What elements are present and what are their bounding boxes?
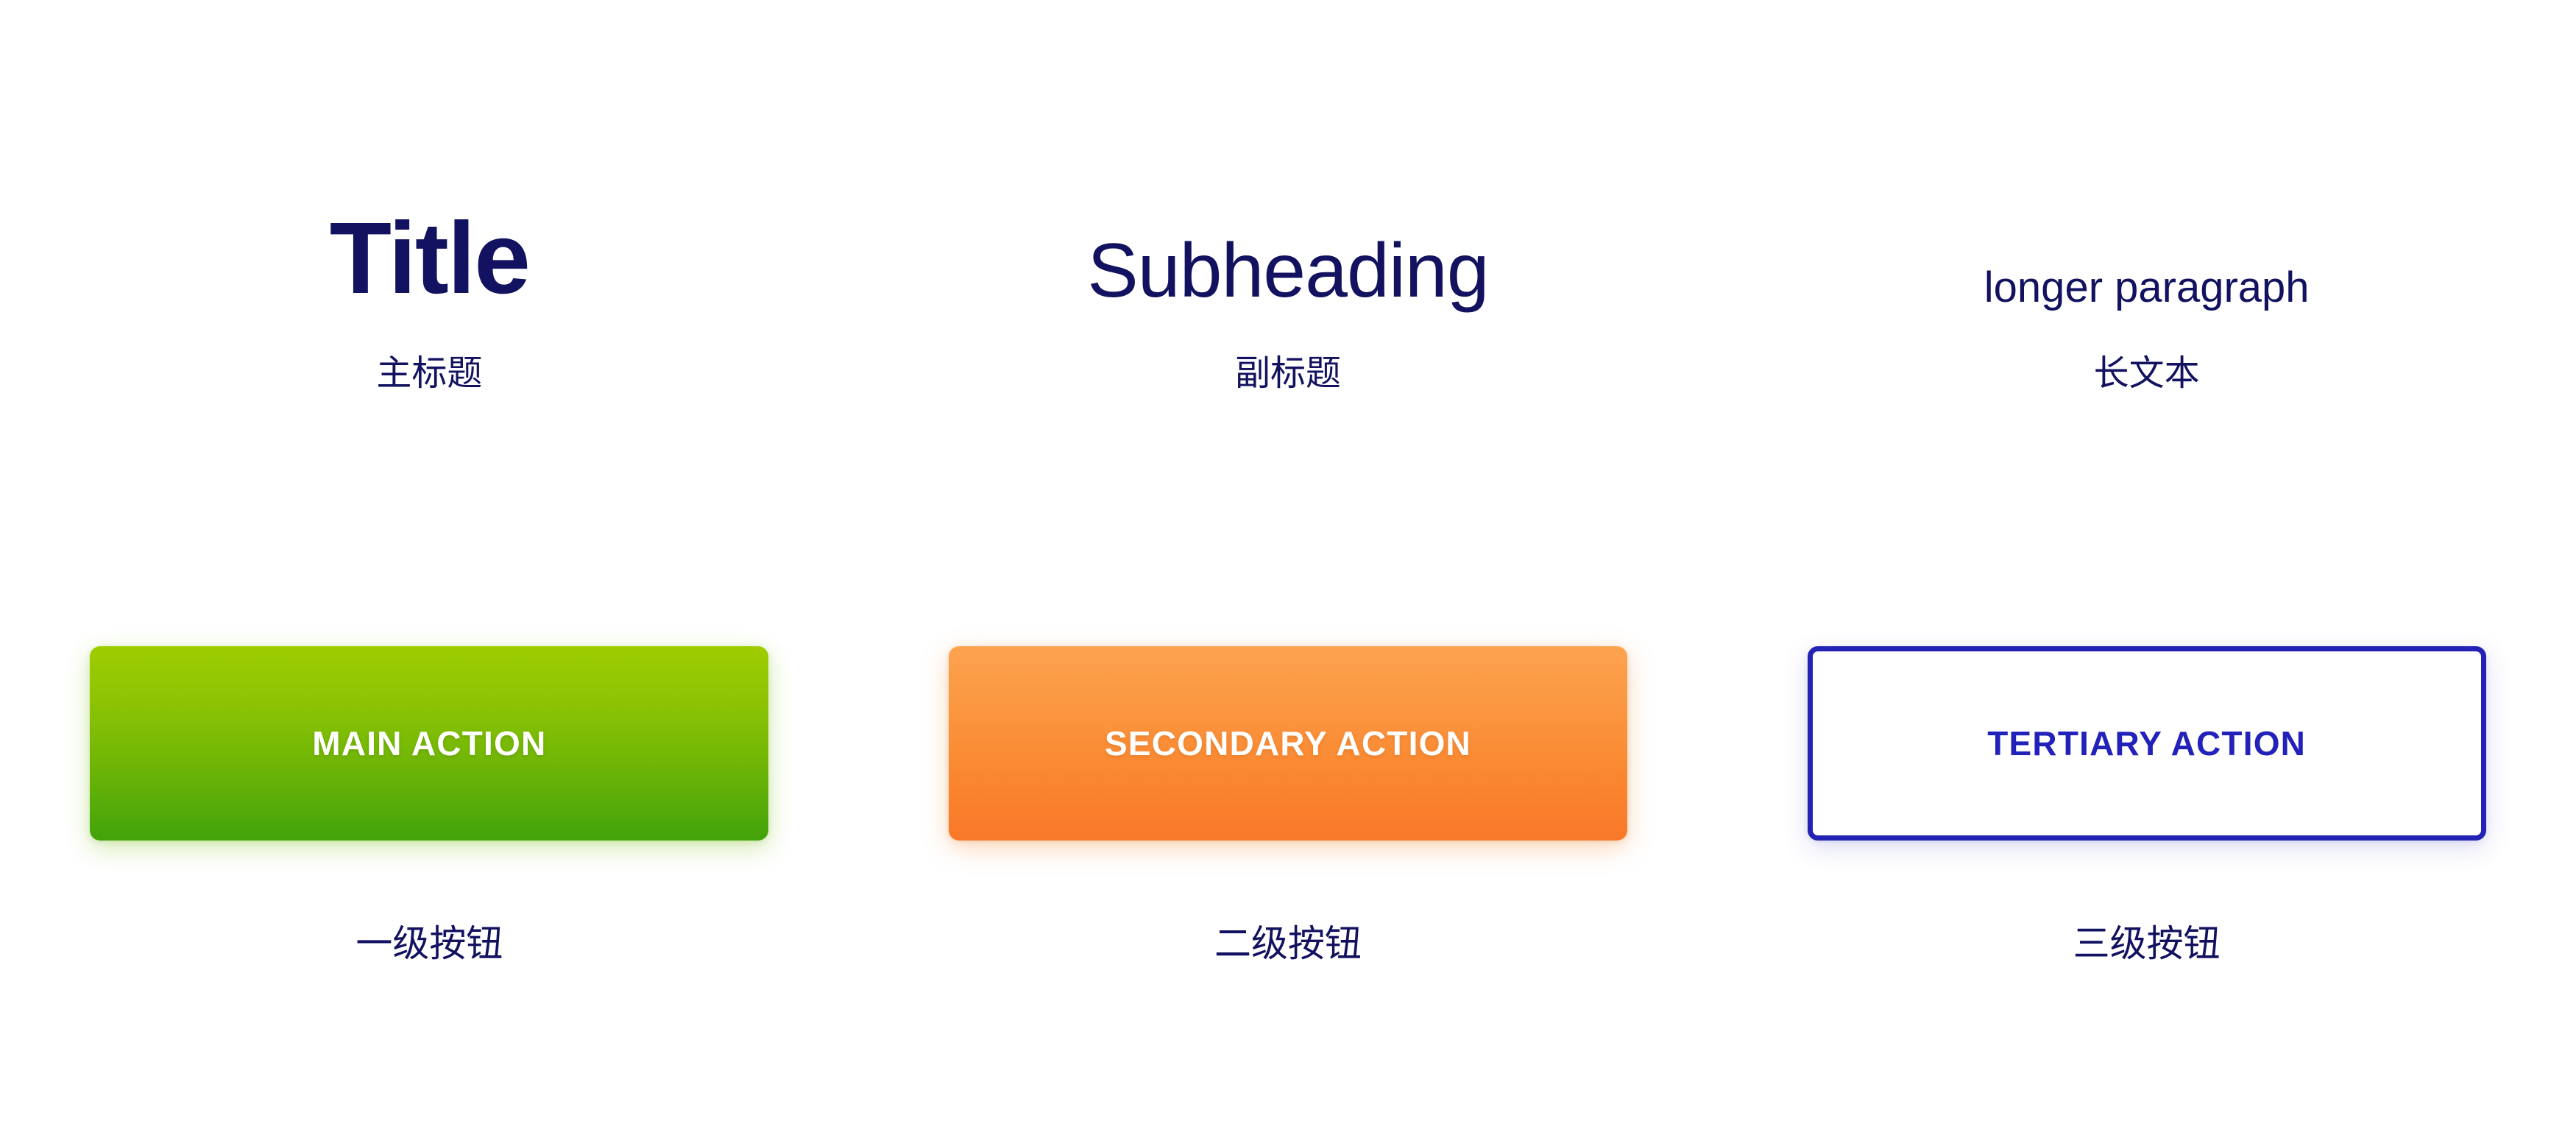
- primary-button-caption-label: 一级按钮: [355, 923, 503, 964]
- subheading-caption-label: 副标题: [1235, 354, 1342, 393]
- title-caption-label: 主标题: [376, 354, 483, 393]
- secondary-button-caption-label: 二级按钮: [1214, 923, 1362, 964]
- subheading-specimen-text: Subheading: [1087, 228, 1489, 314]
- button-caption-row: 一级按钮 二级按钮 三级按钮: [0, 924, 2576, 964]
- typography-caption-cell-paragraph: 长文本: [1717, 354, 2576, 394]
- button-specimen-row: MAIN ACTION SECONDARY ACTION TERTIARY AC…: [0, 646, 2576, 841]
- paragraph-caption-label: 长文本: [2093, 354, 2200, 393]
- main-action-button-label: MAIN ACTION: [312, 724, 547, 763]
- typography-caption-cell-title: 主标题: [0, 354, 859, 394]
- typography-specimen-row: Title Subheading longer paragraph: [0, 88, 2576, 309]
- typography-specimen-title: Title: [0, 88, 859, 309]
- secondary-action-button[interactable]: SECONDARY ACTION: [949, 646, 1627, 841]
- button-cell-tertiary: TERTIARY ACTION: [1717, 646, 2576, 841]
- button-cell-secondary: SECONDARY ACTION: [859, 646, 1718, 841]
- design-system-sheet: Title Subheading longer paragraph 主标题 副标…: [0, 0, 2576, 1132]
- typography-specimen-paragraph: longer paragraph: [1717, 88, 2576, 309]
- button-caption-cell-primary: 一级按钮: [0, 924, 859, 964]
- tertiary-action-button[interactable]: TERTIARY ACTION: [1807, 646, 2486, 841]
- tertiary-button-caption-label: 三级按钮: [2073, 923, 2221, 964]
- title-specimen-text: Title: [329, 202, 531, 315]
- secondary-action-button-label: SECONDARY ACTION: [1105, 724, 1471, 763]
- button-caption-cell-tertiary: 三级按钮: [1717, 924, 2576, 964]
- paragraph-specimen-text: longer paragraph: [1984, 263, 2310, 311]
- typography-caption-cell-subheading: 副标题: [859, 354, 1718, 394]
- button-caption-cell-secondary: 二级按钮: [859, 924, 1718, 964]
- button-cell-primary: MAIN ACTION: [0, 646, 859, 841]
- typography-caption-row: 主标题 副标题 长文本: [0, 354, 2576, 394]
- main-action-button[interactable]: MAIN ACTION: [90, 646, 769, 841]
- typography-specimen-subheading: Subheading: [859, 88, 1718, 309]
- tertiary-action-button-label: TERTIARY ACTION: [1987, 724, 2307, 763]
